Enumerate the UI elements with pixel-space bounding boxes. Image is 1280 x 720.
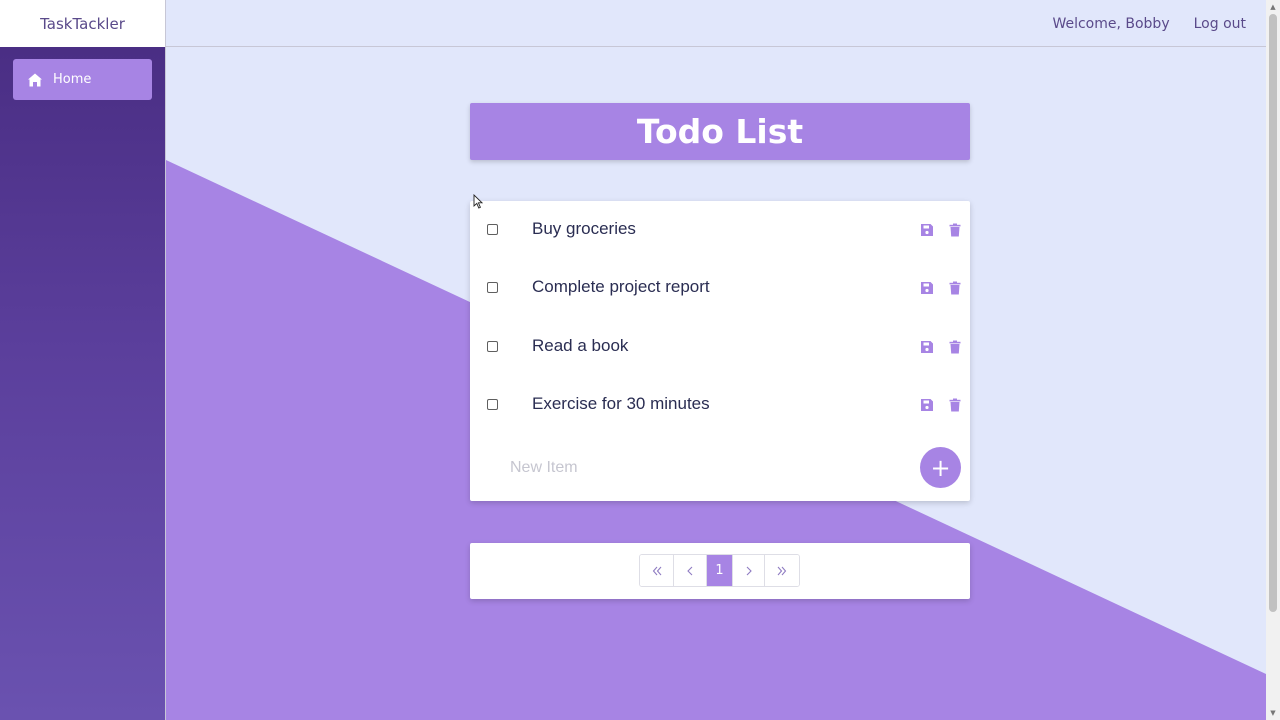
user-menu: Welcome, Bobby Log out bbox=[1052, 0, 1246, 47]
page-number-button[interactable]: 1 bbox=[707, 555, 733, 586]
save-icon[interactable] bbox=[920, 340, 934, 354]
chevron-right-icon bbox=[746, 566, 752, 575]
list-item: Complete project report bbox=[470, 259, 970, 317]
first-page-button[interactable] bbox=[640, 555, 674, 586]
task-text[interactable]: Complete project report bbox=[532, 277, 710, 297]
double-chevron-left-icon bbox=[652, 566, 661, 575]
next-page-button[interactable] bbox=[733, 555, 765, 586]
pagination: 1 bbox=[639, 554, 800, 587]
new-item-input[interactable] bbox=[510, 456, 890, 480]
pagination-card: 1 bbox=[470, 543, 970, 599]
welcome-text: Welcome, Bobby bbox=[1052, 15, 1170, 32]
sidebar-item-label: Home bbox=[53, 72, 92, 87]
task-checkbox[interactable] bbox=[487, 341, 498, 352]
task-text[interactable]: Exercise for 30 minutes bbox=[532, 394, 710, 414]
chevron-left-icon bbox=[687, 566, 693, 575]
task-checkbox[interactable] bbox=[487, 224, 498, 235]
save-icon[interactable] bbox=[920, 281, 934, 295]
sidebar-item-home[interactable]: Home bbox=[13, 59, 152, 100]
page-title: Todo List bbox=[470, 103, 970, 160]
trash-icon[interactable] bbox=[948, 223, 962, 237]
add-item-button[interactable]: + bbox=[920, 447, 961, 488]
scroll-up-icon[interactable]: ▲ bbox=[1266, 0, 1280, 14]
brand-logo[interactable]: TaskTackler bbox=[0, 0, 166, 47]
task-checkbox[interactable] bbox=[487, 282, 498, 293]
home-icon bbox=[28, 73, 42, 86]
list-item: Read a book bbox=[470, 318, 970, 376]
logout-link[interactable]: Log out bbox=[1194, 16, 1246, 32]
trash-icon[interactable] bbox=[948, 398, 962, 412]
scroll-down-icon[interactable]: ▼ bbox=[1266, 706, 1280, 720]
task-text[interactable]: Read a book bbox=[532, 336, 628, 356]
trash-icon[interactable] bbox=[948, 340, 962, 354]
double-chevron-right-icon bbox=[777, 566, 787, 575]
task-checkbox[interactable] bbox=[487, 399, 498, 410]
previous-page-button[interactable] bbox=[674, 555, 707, 586]
mouse-cursor-icon bbox=[473, 194, 483, 209]
trash-icon[interactable] bbox=[948, 281, 962, 295]
task-text[interactable]: Buy groceries bbox=[532, 219, 636, 239]
list-item: Exercise for 30 minutes bbox=[470, 376, 970, 434]
sidebar: Home bbox=[0, 47, 166, 720]
save-icon[interactable] bbox=[920, 223, 934, 237]
list-item: Buy groceries bbox=[470, 201, 970, 259]
top-bar: TaskTackler Welcome, Bobby Log out bbox=[0, 0, 1266, 47]
todo-card: Buy groceries Complete project report Re… bbox=[470, 201, 970, 501]
scrollbar-thumb[interactable] bbox=[1269, 14, 1277, 612]
vertical-scrollbar[interactable]: ▲ ▼ bbox=[1266, 0, 1280, 720]
save-icon[interactable] bbox=[920, 398, 934, 412]
last-page-button[interactable] bbox=[765, 555, 799, 586]
